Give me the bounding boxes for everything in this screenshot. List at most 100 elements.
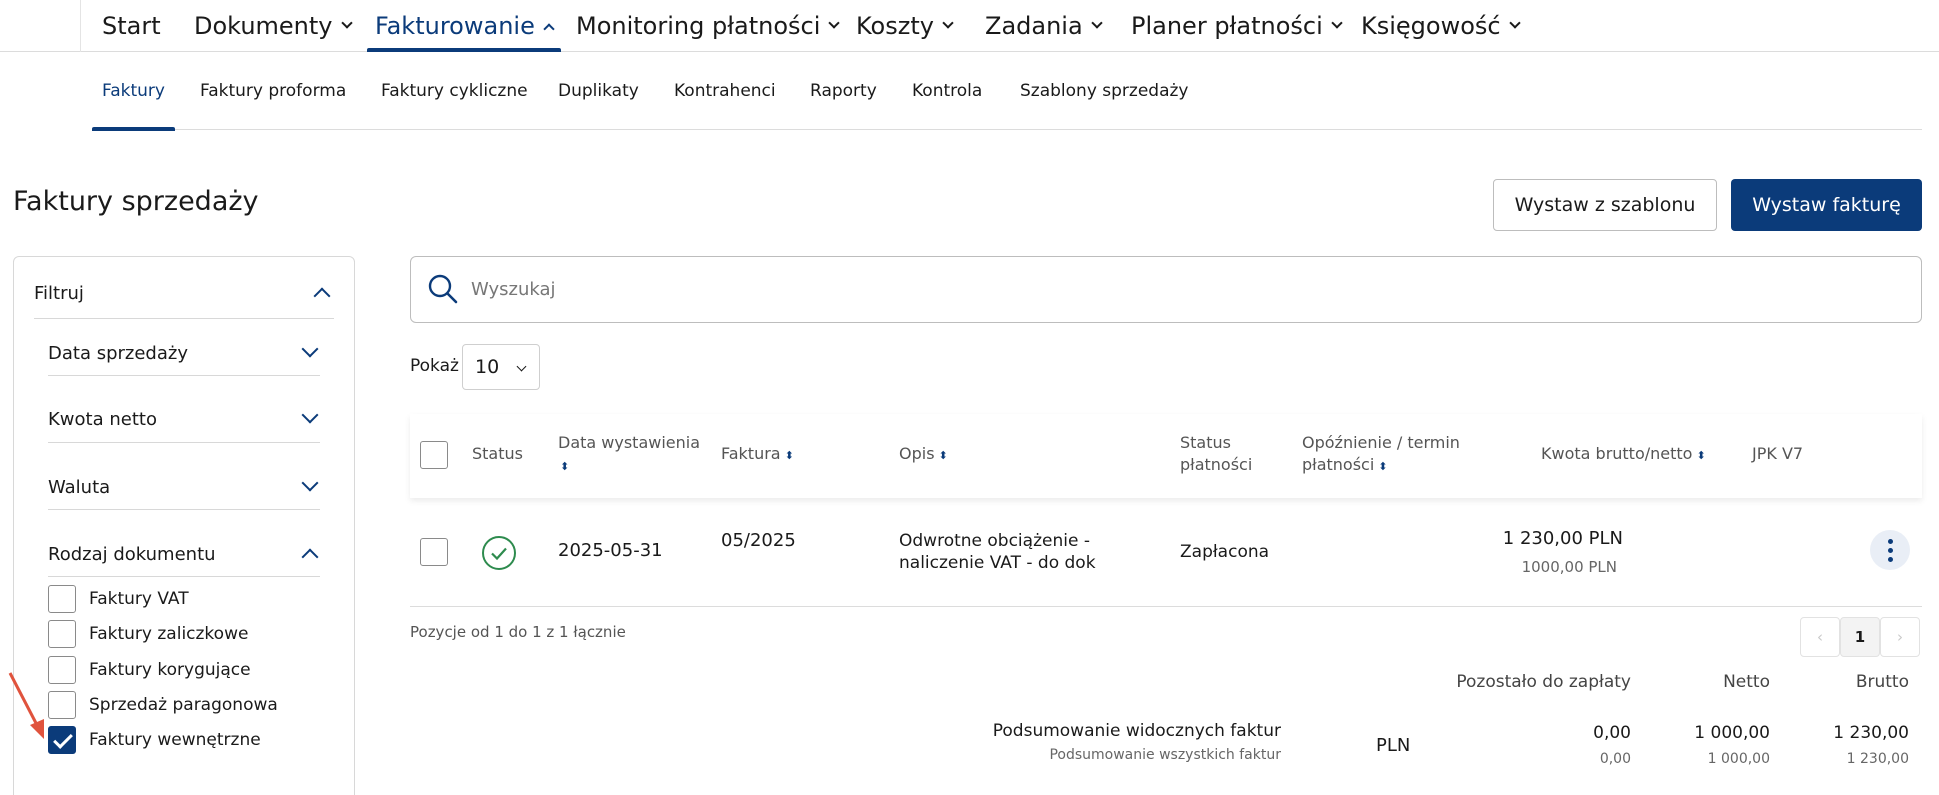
header-desc[interactable]: Opis ⬍ [899,443,948,467]
nav-item-label: Start [102,12,161,40]
nav-item-dokumenty[interactable]: Dokumenty [194,0,353,52]
nav-item-fakturowanie[interactable]: Fakturowanie [367,0,561,52]
top-navigation: Start Dokumenty Fakturowanie Monitoring … [0,0,1939,52]
checkbox-faktury-zaliczkowe[interactable] [48,620,76,648]
filter-section-label: Kwota netto [48,408,157,430]
checkbox-label: Faktury wewnętrzne [89,730,261,750]
cell-date: 2025-05-31 [558,540,663,561]
nav-divider [80,0,81,52]
pagination-page-button[interactable]: 1 [1840,617,1880,657]
header-line: płatności [1302,455,1375,474]
page-size-label: Pokaż [410,356,459,376]
sort-icon: ⬍ [1696,449,1706,462]
check-circle-icon [482,536,516,570]
chevron-up-icon [313,287,331,305]
search-icon [428,274,458,304]
search-box[interactable] [410,256,1922,323]
header-jpk: JPK V7 [1752,444,1804,463]
tab-kontrahenci[interactable]: Kontrahenci [674,52,776,130]
divider [410,606,1922,607]
row-actions-kebab-icon[interactable] [1870,530,1910,570]
page-size-select[interactable]: 10 [462,344,540,390]
filter-section-label: Waluta [48,476,111,498]
filter-title: Filtruj [34,282,84,304]
header-line: Status [1180,433,1231,452]
checkbox-label: Faktury korygujące [89,660,251,680]
chevron-down-icon [828,17,841,29]
filter-section-sale-date[interactable]: Data sprzedaży [48,334,322,372]
row-checkbox[interactable] [420,538,448,566]
description-line: Odwrotne obciążenie - [899,531,1090,551]
summary-header-remaining: Pozostało do zapłaty [1456,672,1631,692]
tab-kontrola[interactable]: Kontrola [912,52,982,130]
filter-section-label: Rodzaj dokumentu [48,543,216,565]
summary-all-net: 1 000,00 [1707,751,1770,767]
tab-faktury-cykliczne[interactable]: Faktury cykliczne [381,52,528,130]
header-line: Opóźnienie / termin [1302,433,1460,452]
page-title: Faktury sprzedaży [13,186,259,217]
summary-header-net: Netto [1723,672,1770,692]
chevron-down-icon [1331,17,1343,29]
sort-icon: ⬍ [560,460,570,473]
chevron-up-icon [543,23,555,35]
divider [48,576,320,577]
checkbox-faktury-vat[interactable] [48,585,76,613]
checkbox-label: Faktury VAT [89,589,189,609]
checkbox-label: Faktury zaliczkowe [89,624,249,644]
tab-raporty[interactable]: Raporty [810,52,877,130]
tab-szablony-sprzedazy[interactable]: Szablony sprzedaży [1020,52,1189,130]
filter-header[interactable]: Filtruj [34,274,334,312]
checkbox-sprzedaz-paragonowa[interactable] [48,691,76,719]
summary-visible-label: Podsumowanie widocznych faktur [992,721,1281,741]
filter-section-document-type[interactable]: Rodzaj dokumentu [48,535,322,573]
divider [34,318,334,319]
nav-item-zadania[interactable]: Zadania [985,0,1103,52]
header-invoice[interactable]: Faktura ⬍ [721,443,794,467]
filter-section-currency[interactable]: Waluta [48,468,322,506]
tab-faktury[interactable]: Faktury [92,52,175,131]
pagination-next-button[interactable]: › [1880,617,1920,657]
cell-gross-amount: 1 230,00 PLN [1502,528,1623,549]
select-all-checkbox[interactable] [420,441,448,469]
range-text: Pozycje od 1 do 1 z 1 łącznie [410,623,626,641]
header-line: płatności [1180,455,1253,474]
nav-item-label: Planer płatności [1131,12,1323,40]
tab-duplikaty[interactable]: Duplikaty [558,52,639,130]
nav-item-ksiegowosc[interactable]: Księgowość [1361,0,1521,52]
filter-section-net-amount[interactable]: Kwota netto [48,400,322,438]
pagination-prev-button[interactable]: ‹ [1800,617,1840,657]
summary-all-label: Podsumowanie wszystkich faktur [1049,747,1281,763]
issue-invoice-button[interactable]: Wystaw fakturę [1731,179,1922,231]
nav-item-label: Zadania [985,12,1083,40]
tab-faktury-proforma[interactable]: Faktury proforma [200,52,346,130]
header-date-label: Data wystawienia [558,433,701,452]
issue-from-template-button[interactable]: Wystaw z szablonu [1493,179,1717,231]
chevron-down-icon [1091,17,1103,29]
sort-icon: ⬍ [784,449,794,462]
divider [48,375,320,376]
description-line: naliczenie VAT - do dok [899,553,1096,573]
nav-item-start[interactable]: Start [102,0,161,52]
chevron-down-icon [301,406,319,424]
header-date[interactable]: Data wystawienia ⬍ [558,432,700,478]
nav-item-label: Księgowość [1361,12,1501,40]
nav-item-koszty[interactable]: Koszty [856,0,954,52]
chevron-down-icon [301,340,319,358]
nav-item-monitoring[interactable]: Monitoring płatności [576,0,841,52]
header-amount-label: Kwota brutto/netto [1541,444,1693,463]
cell-invoice-number: 05/2025 [721,530,796,551]
divider [48,509,320,510]
header-delay[interactable]: Opóźnienie / termin płatności ⬍ [1302,432,1460,478]
summary-all-gross: 1 230,00 [1846,751,1909,767]
search-input[interactable] [471,257,1871,322]
chevron-up-icon [301,548,319,566]
checkbox-label: Sprzedaż paragonowa [89,695,278,715]
divider [48,442,320,443]
checkbox-faktury-korygujace[interactable] [48,656,76,684]
checkbox-faktury-wewnetrzne[interactable] [48,726,76,754]
nav-item-planer[interactable]: Planer płatności [1131,0,1343,52]
summary-header-gross: Brutto [1855,672,1909,692]
chevron-down-icon [516,361,527,372]
cell-payment-status: Zapłacona [1180,542,1270,562]
header-amount[interactable]: Kwota brutto/netto ⬍ [1541,443,1706,467]
